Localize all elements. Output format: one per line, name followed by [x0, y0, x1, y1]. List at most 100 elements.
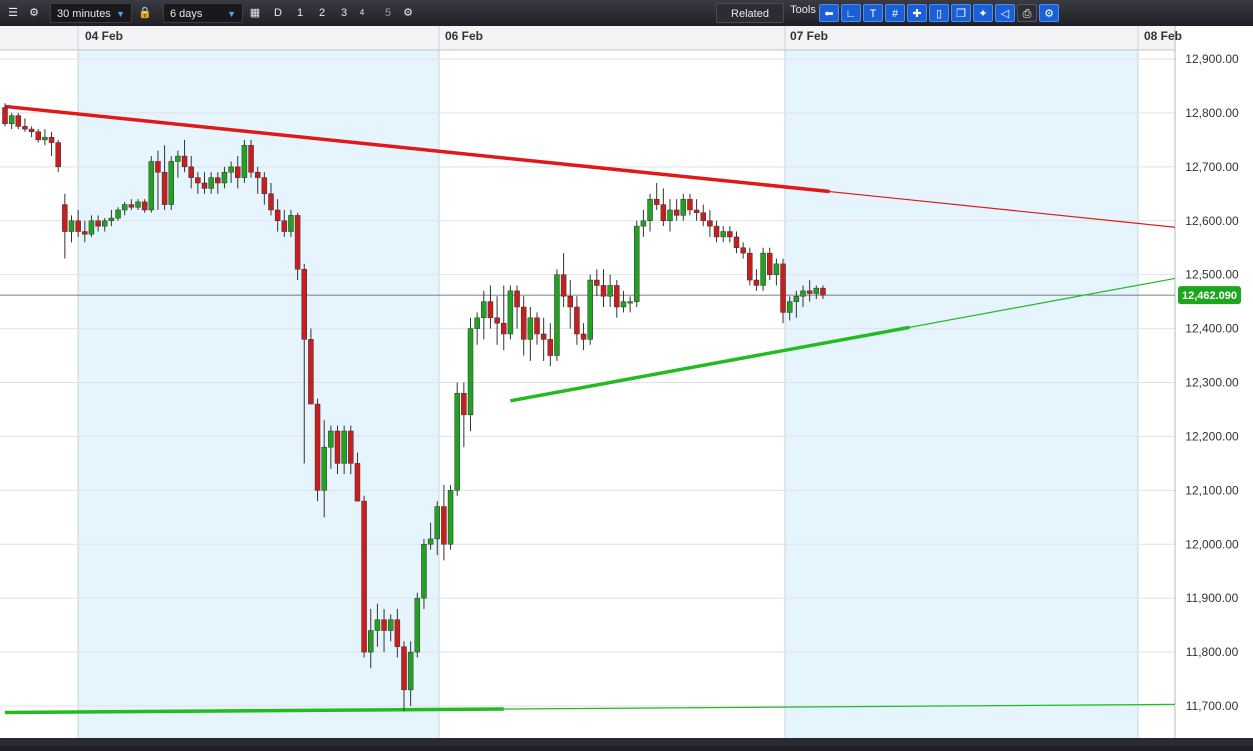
period-button-d[interactable]: D: [270, 3, 286, 23]
candle-icon[interactable]: ▯: [929, 4, 949, 22]
candle[interactable]: [254, 171, 261, 178]
candle[interactable]: [647, 198, 653, 221]
candle[interactable]: [22, 126, 28, 130]
layers-icon[interactable]: ❒: [951, 4, 971, 22]
candle[interactable]: [328, 430, 334, 448]
candle[interactable]: [354, 463, 361, 502]
candle[interactable]: [733, 236, 740, 248]
candle[interactable]: [634, 225, 640, 302]
candle[interactable]: [235, 166, 241, 178]
candle[interactable]: [760, 252, 766, 286]
candle[interactable]: [88, 220, 95, 235]
candle[interactable]: [241, 145, 248, 178]
candle[interactable]: [28, 128, 35, 133]
candle[interactable]: [567, 295, 573, 308]
candle[interactable]: [501, 322, 507, 335]
candle[interactable]: [660, 204, 667, 221]
candle[interactable]: [607, 285, 613, 297]
candle[interactable]: [128, 204, 135, 208]
candle[interactable]: [534, 317, 540, 335]
calendar-icon[interactable]: ▦: [247, 3, 263, 23]
candle[interactable]: [454, 393, 460, 491]
candle[interactable]: [301, 269, 307, 340]
candle[interactable]: [401, 646, 407, 691]
lock-icon[interactable]: 🔒: [138, 3, 152, 23]
candle[interactable]: [560, 274, 567, 297]
candle[interactable]: [740, 247, 746, 254]
tool-settings-icon[interactable]: ⚙: [1039, 4, 1059, 22]
candle[interactable]: [780, 263, 786, 313]
candle[interactable]: [793, 295, 800, 302]
candle[interactable]: [514, 290, 520, 308]
candle[interactable]: [181, 155, 188, 168]
candle[interactable]: [221, 171, 228, 184]
gear-icon[interactable]: ⚙: [25, 3, 43, 23]
candle[interactable]: [687, 198, 693, 211]
candle[interactable]: [334, 430, 341, 464]
candle[interactable]: [261, 177, 268, 195]
candle[interactable]: [268, 193, 274, 211]
price-chart[interactable]: 12,900.00 12,800.00 12,700.00 12,600.00 12,5…: [0, 26, 1253, 746]
bottom-scrollbar[interactable]: [0, 738, 1253, 746]
candle[interactable]: [820, 287, 826, 296]
candle[interactable]: [195, 177, 201, 184]
candle[interactable]: [467, 328, 474, 416]
candle[interactable]: [813, 287, 820, 294]
range-select[interactable]: 6 days ▼: [163, 3, 243, 23]
candle[interactable]: [806, 290, 813, 294]
interval-select[interactable]: 30 minutes ▼: [50, 3, 132, 23]
candle[interactable]: [95, 220, 101, 227]
candle[interactable]: [461, 393, 467, 416]
print-icon[interactable]: ⎙: [1017, 4, 1037, 22]
candle[interactable]: [321, 446, 327, 491]
candle[interactable]: [767, 252, 773, 275]
candle[interactable]: [288, 215, 294, 232]
grid-icon[interactable]: #: [885, 4, 905, 22]
crosshair-icon[interactable]: ✚: [907, 4, 927, 22]
candle[interactable]: [421, 544, 427, 599]
candle[interactable]: [368, 630, 374, 653]
candle[interactable]: [48, 136, 55, 143]
candle[interactable]: [68, 220, 75, 232]
candle[interactable]: [141, 201, 148, 211]
candle[interactable]: [361, 500, 367, 653]
candle[interactable]: [494, 317, 500, 324]
candle[interactable]: [673, 209, 680, 216]
period-button-3[interactable]: 3: [336, 3, 352, 23]
candle[interactable]: [434, 506, 440, 540]
candle[interactable]: [727, 231, 733, 238]
curve-icon[interactable]: ∟: [841, 4, 861, 22]
candle[interactable]: [274, 209, 281, 221]
candle[interactable]: [407, 651, 414, 691]
candle[interactable]: [115, 209, 121, 219]
candle[interactable]: [713, 225, 720, 238]
candle[interactable]: [594, 279, 600, 286]
candle[interactable]: [121, 204, 128, 211]
candle[interactable]: [653, 198, 660, 205]
candle[interactable]: [308, 339, 314, 405]
menu-icon[interactable]: ☰: [4, 3, 22, 23]
candle[interactable]: [680, 198, 687, 216]
candle[interactable]: [547, 339, 554, 356]
arrow-left-icon[interactable]: ⬅: [819, 4, 839, 22]
candle[interactable]: [693, 209, 700, 213]
candle[interactable]: [414, 597, 421, 653]
candle[interactable]: [554, 274, 560, 356]
text-icon[interactable]: T: [863, 4, 883, 22]
candle[interactable]: [600, 285, 607, 297]
candle[interactable]: [381, 619, 387, 631]
candle[interactable]: [587, 279, 593, 340]
candle[interactable]: [800, 290, 806, 297]
candle[interactable]: [215, 177, 221, 184]
candle[interactable]: [175, 155, 181, 162]
candle[interactable]: [341, 430, 347, 464]
candle[interactable]: [155, 161, 161, 173]
candle[interactable]: [481, 301, 487, 319]
candle[interactable]: [248, 145, 254, 173]
candle[interactable]: [201, 182, 208, 189]
candle[interactable]: [441, 506, 447, 545]
candle[interactable]: [348, 430, 354, 464]
candle[interactable]: [574, 306, 580, 335]
candle[interactable]: [487, 301, 494, 319]
chart-canvas[interactable]: 12,900.00 12,800.00 12,700.00 12,600.00 12,5…: [0, 26, 1253, 746]
